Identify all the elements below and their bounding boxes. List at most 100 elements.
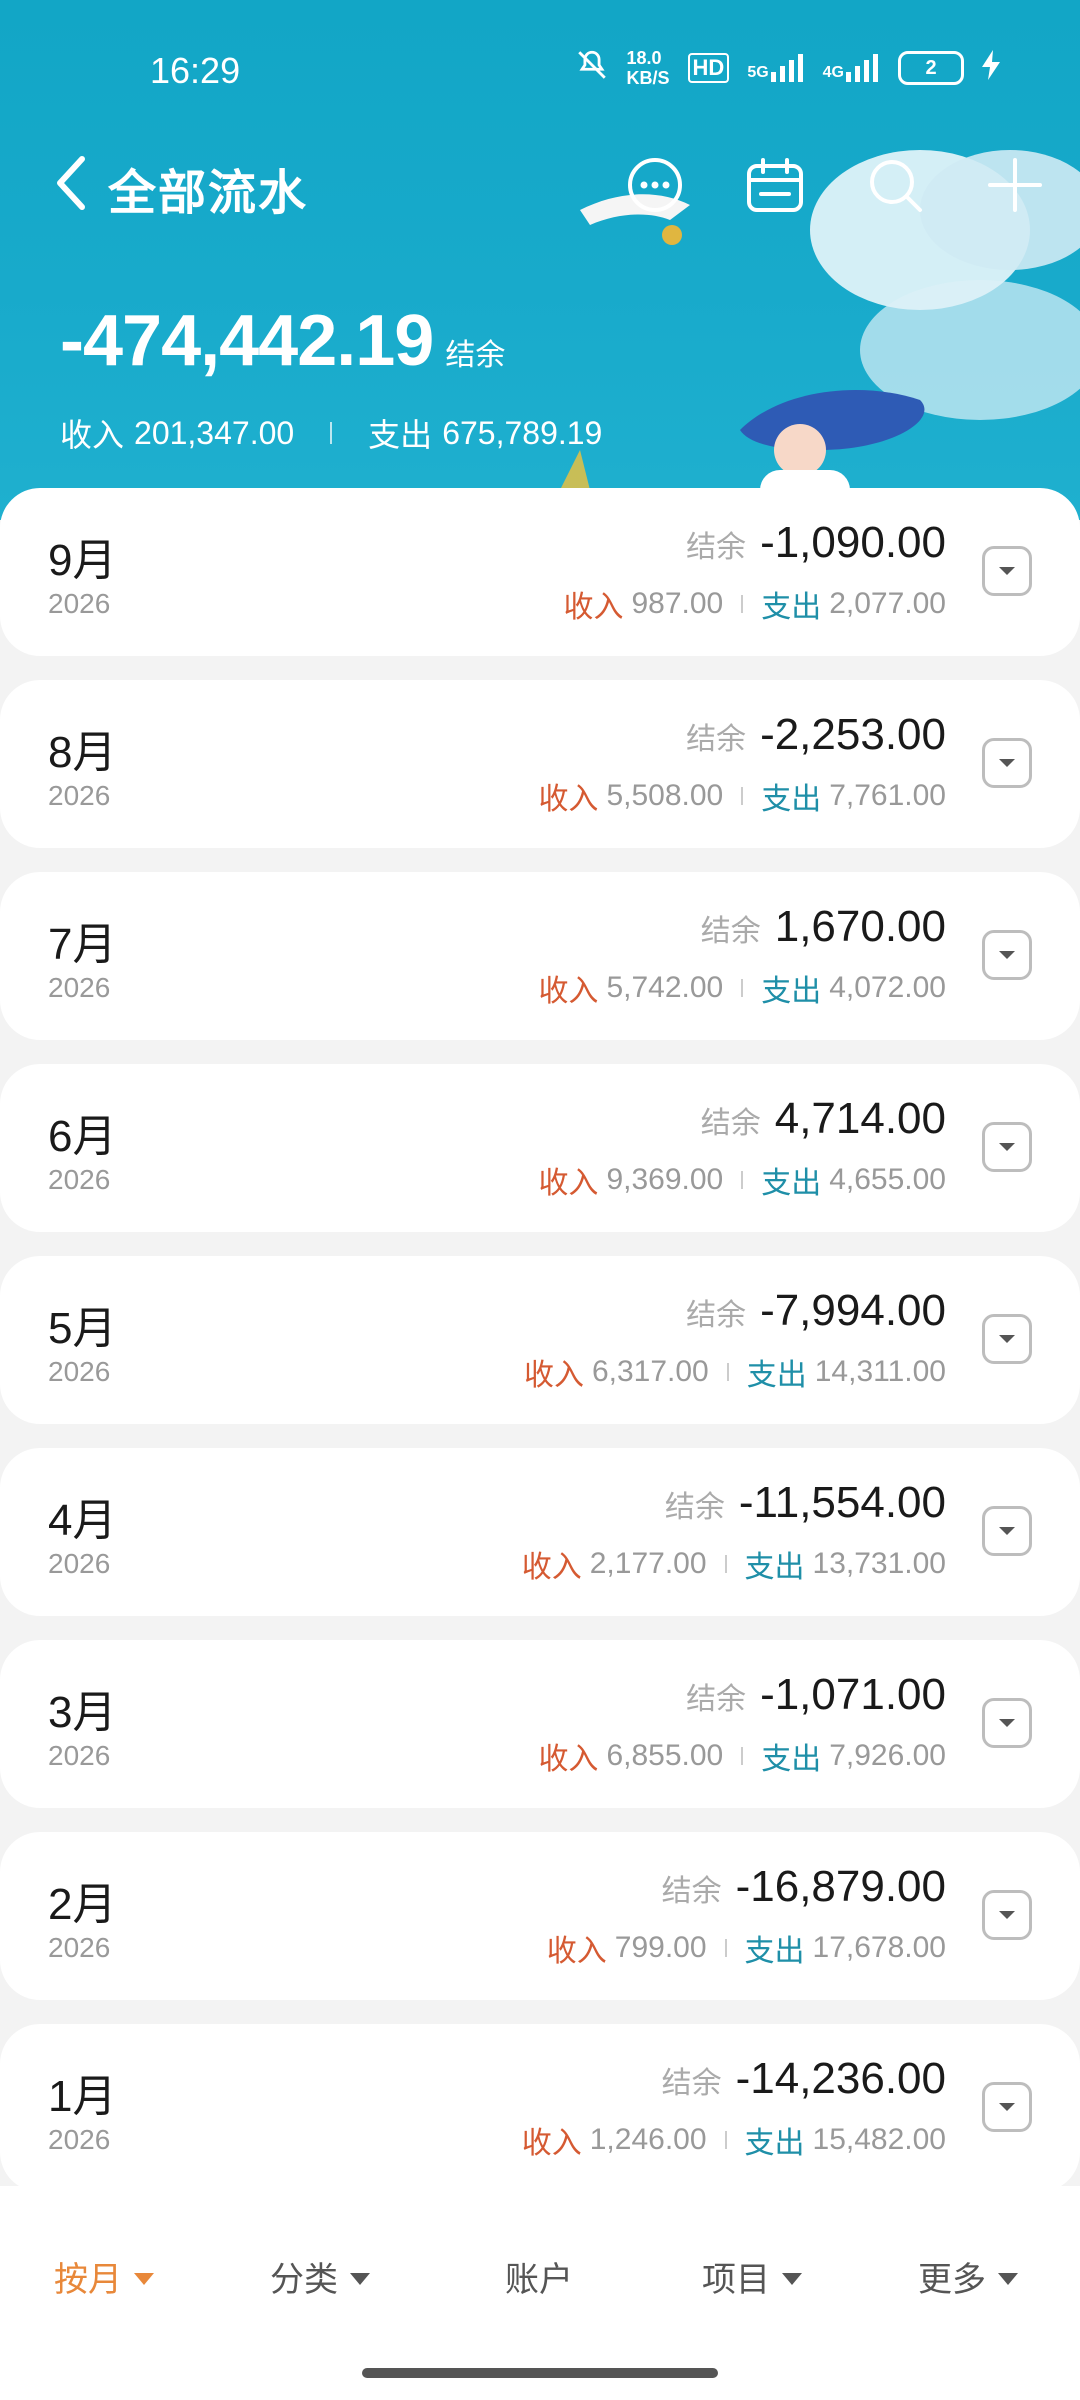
month-summary: 结余 1,670.00 收入 5,742.00 支出 4,072.00 (538, 902, 946, 1010)
income-value: 9,369.00 (606, 1163, 724, 1196)
total-income-label: 收入 (60, 417, 125, 453)
month-label: 8月 (48, 728, 117, 777)
page-title: 全部流水 (108, 167, 309, 220)
calendar-icon[interactable] (730, 145, 820, 225)
balance-label: 结余 (700, 1107, 761, 1140)
month-card[interactable]: 3月 2026 结余 -1,071.00 收入 6,855.00 支出 7,926.00 (0, 1640, 1080, 1808)
back-icon[interactable] (52, 153, 92, 213)
expense-label: 支出 (761, 783, 822, 816)
expense-label: 支出 (744, 1551, 805, 1584)
caret-down-icon (782, 2272, 802, 2285)
month-card[interactable]: 5月 2026 结余 -7,994.00 收入 6,317.00 支出 14,311.0… (0, 1256, 1080, 1424)
expand-button[interactable] (982, 546, 1032, 596)
expand-button[interactable] (982, 1506, 1032, 1556)
expense-value: 4,072.00 (829, 971, 946, 1004)
month-summary: 结余 -14,236.00 收入 1,246.00 支出 15,482.00 (522, 2054, 946, 2162)
year-label: 2026 (48, 780, 111, 811)
balance-label: 结余 (686, 531, 747, 564)
expense-label: 支出 (744, 1935, 805, 1968)
caret-down-icon (998, 2272, 1018, 2285)
divider (724, 1555, 727, 1573)
add-icon[interactable] (970, 145, 1060, 225)
expand-button[interactable] (982, 1890, 1032, 1940)
expand-button[interactable] (982, 1122, 1032, 1172)
month-label: 7月 (48, 920, 117, 969)
divider (741, 595, 744, 613)
balance-value: -1,071.00 (760, 1670, 946, 1719)
year-label: 2026 (48, 1356, 111, 1387)
home-indicator[interactable] (362, 2368, 718, 2378)
month-card[interactable]: 7月 2026 结余 1,670.00 收入 5,742.00 支出 4,072.00 (0, 872, 1080, 1040)
tab-project[interactable]: 项目 (702, 2252, 802, 2301)
expand-button[interactable] (982, 1698, 1032, 1748)
income-label: 收入 (538, 783, 599, 816)
expense-value: 7,761.00 (829, 779, 946, 812)
month-card[interactable]: 4月 2026 结余 -11,554.00 收入 2,177.00 支出 13,731.… (0, 1448, 1080, 1616)
caret-down-icon (350, 2272, 370, 2285)
year-label: 2026 (48, 2124, 111, 2155)
income-label: 收入 (563, 591, 624, 624)
year-label: 2026 (48, 1740, 111, 1771)
month-card[interactable]: 2月 2026 结余 -16,879.00 收入 799.00 支出 17,678.00 (0, 1832, 1080, 2000)
expense-value: 2,077.00 (829, 587, 946, 620)
expand-button[interactable] (982, 1314, 1032, 1364)
balance-value: -11,554.00 (738, 1478, 946, 1527)
balance-label: 结余 (661, 1875, 722, 1908)
expense-label: 支出 (761, 1167, 822, 1200)
month-card[interactable]: 6月 2026 结余 4,714.00 收入 9,369.00 支出 4,655.00 (0, 1064, 1080, 1232)
income-value: 2,177.00 (589, 1547, 707, 1580)
balance-value: 4,714.00 (774, 1094, 946, 1143)
mute-icon (575, 48, 609, 88)
charging-icon (982, 50, 1000, 86)
expense-value: 17,678.00 (812, 1931, 946, 1964)
signal-4g-icon: 4G (823, 54, 880, 82)
month-card[interactable]: 8月 2026 结余 -2,253.00 收入 5,508.00 支出 7,761.00 (0, 680, 1080, 848)
status-time: 16:29 (150, 50, 241, 91)
balance-label: 结余 (664, 1491, 725, 1524)
total-income-value: 201,347.00 (134, 414, 295, 451)
tab-label: 更多 (918, 2261, 986, 2299)
divider (741, 1171, 744, 1189)
total-summary: -474,442.19 结余 收入 201,347.00 支出 675,789.… (60, 300, 602, 456)
tab-label: 按月 (54, 2261, 122, 2299)
month-label: 6月 (48, 1112, 117, 1161)
tab-label: 分类 (270, 2261, 338, 2299)
income-value: 5,508.00 (606, 779, 724, 812)
income-label: 收入 (523, 1359, 584, 1392)
divider (330, 422, 333, 444)
tab-by-month[interactable]: 按月 (54, 2252, 154, 2301)
month-summary: 结余 -1,071.00 收入 6,855.00 支出 7,926.00 (538, 1670, 946, 1778)
more-icon[interactable] (610, 145, 700, 225)
tab-label: 项目 (702, 2261, 770, 2299)
balance-value: -2,253.00 (760, 710, 946, 759)
month-card[interactable]: 1月 2026 结余 -14,236.00 收入 1,246.00 支出 15,482.… (0, 2024, 1080, 2192)
expand-button[interactable] (982, 2082, 1032, 2132)
expense-value: 14,311.00 (814, 1355, 946, 1388)
year-label: 2026 (48, 1164, 111, 1195)
month-summary: 结余 -7,994.00 收入 6,317.00 支出 14,311.00 (524, 1286, 946, 1394)
tab-more[interactable]: 更多 (918, 2252, 1018, 2301)
income-value: 6,855.00 (606, 1739, 724, 1772)
income-label: 收入 (538, 1743, 599, 1776)
income-label: 收入 (521, 1551, 582, 1584)
search-icon[interactable] (850, 145, 940, 225)
month-label: 3月 (48, 1688, 117, 1737)
balance-value: 1,670.00 (774, 902, 946, 951)
month-card[interactable]: 9月 2026 结余 -1,090.00 收入 987.00 支出 2,077.00 (0, 488, 1080, 656)
expand-button[interactable] (982, 930, 1032, 980)
income-value: 987.00 (631, 587, 724, 620)
total-income-expense: 收入 201,347.00 支出 675,789.19 (60, 410, 602, 456)
year-label: 2026 (48, 588, 111, 619)
divider (724, 2131, 727, 2149)
year-label: 2026 (48, 1932, 111, 1963)
month-summary: 结余 -2,253.00 收入 5,508.00 支出 7,761.00 (538, 710, 946, 818)
expand-button[interactable] (982, 738, 1032, 788)
caret-down-icon (134, 2272, 154, 2285)
income-value: 5,742.00 (606, 971, 724, 1004)
income-value: 1,246.00 (589, 2123, 707, 2156)
divider (726, 1363, 729, 1381)
month-label: 1月 (48, 2072, 117, 2121)
expense-label: 支出 (761, 591, 822, 624)
tab-category[interactable]: 分类 (270, 2252, 370, 2301)
tab-account[interactable]: 账户 (505, 2252, 573, 2301)
